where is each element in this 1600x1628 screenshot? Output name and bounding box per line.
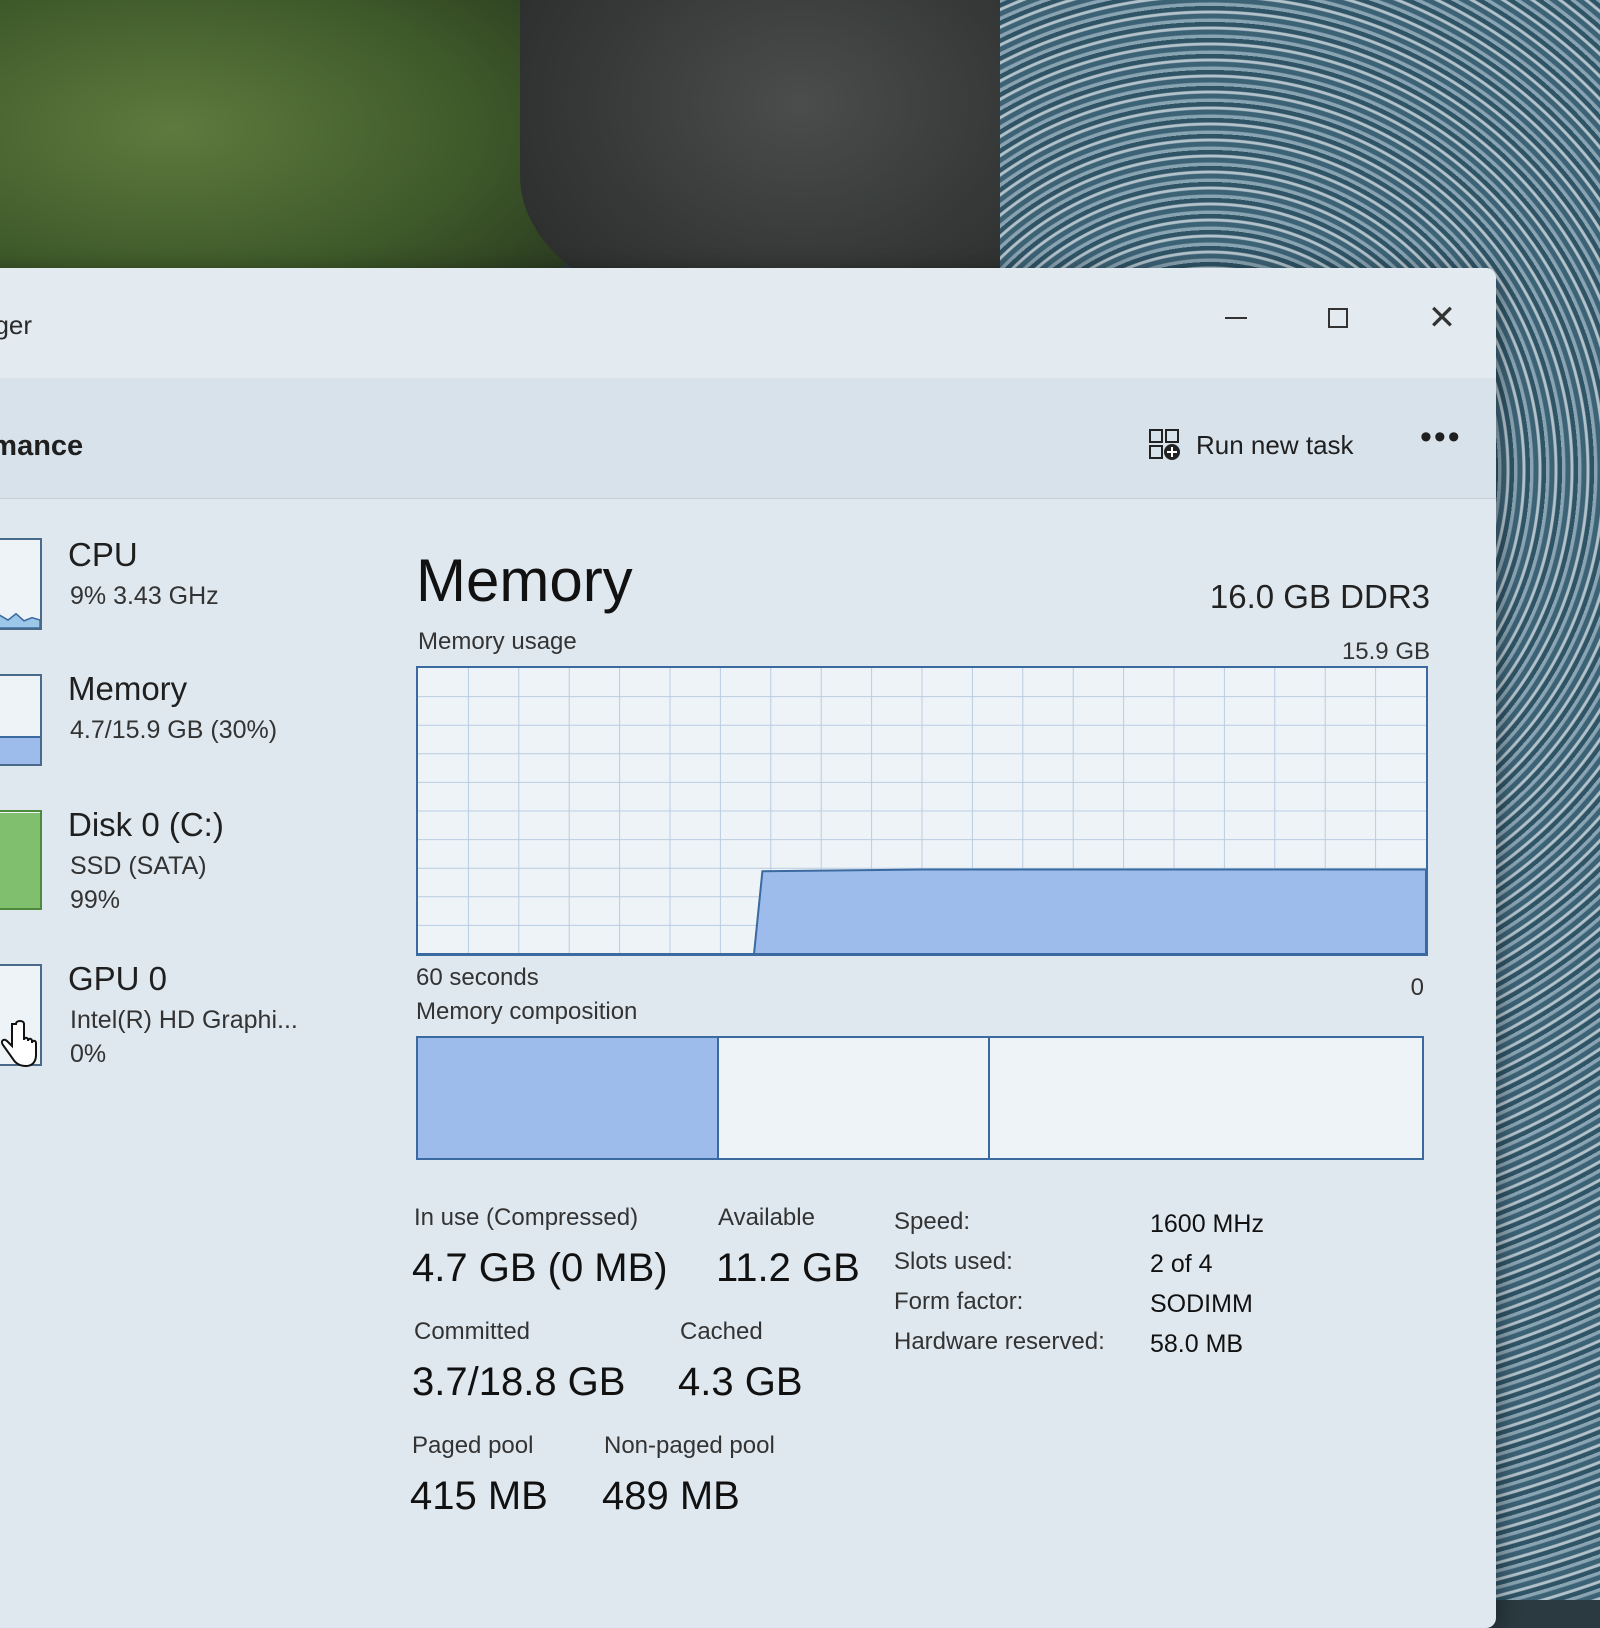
page-header: rmance Run new task ••• [0,378,1496,499]
nonpaged-pool-value: 489 MB [602,1474,740,1518]
memory-composition-bar [416,1036,1424,1160]
memory-usage-max: 15.9 GB [1341,638,1430,665]
run-task-icon [1149,429,1180,460]
minimize-icon [1225,317,1247,319]
memory-thumbnail-fill [0,735,40,764]
window-title: ager [0,310,33,340]
in-use-value: 4.7 GB (0 MB) [412,1246,668,1290]
composition-modified-standby[interactable] [719,1038,991,1158]
sidebar-memory-name: Memory [68,670,188,707]
sidebar-disk-name: Disk 0 (C:) [68,806,224,843]
task-manager-window: ager ✕ rmance Run new task ••• [0,268,1496,1628]
memory-usage-label: Memory usage [418,628,577,655]
hardware-reserved-label: Hardware reserved: [894,1328,1105,1355]
more-options-icon[interactable]: ••• [1420,418,1462,457]
sidebar-cpu-name: CPU [68,536,138,573]
time-end-label: 0 [1410,974,1424,1001]
available-label: Available [718,1204,815,1231]
sidebar-cpu-detail: 9% 3.43 GHz [70,582,219,610]
sidebar-gpu-usage: 0% [70,1040,107,1068]
slots-label: Slots used: [894,1248,1013,1275]
close-button[interactable]: ✕ [1422,298,1462,338]
disk-thumbnail-fill [0,812,40,908]
in-use-label: In use (Compressed) [414,1204,639,1231]
sidebar-disk-type: SSD (SATA) [70,852,207,880]
memory-thumbnail [0,674,42,766]
run-new-task-button[interactable]: Run new task [1148,428,1354,462]
speed-value: 1600 MHz [1150,1210,1264,1238]
maximize-button[interactable] [1318,298,1358,338]
resource-sidebar: CPU 9% 3.43 GHz Memory 4.7/15.9 GB (30%)… [0,498,380,1598]
memory-usage-chart [416,666,1428,956]
maximize-icon [1328,308,1348,328]
cpu-mini-graph [0,612,40,628]
committed-value: 3.7/18.8 GB [412,1360,626,1404]
paged-pool-label: Paged pool [412,1432,534,1459]
memory-title: Memory [416,547,633,614]
memory-composition-label: Memory composition [416,998,638,1025]
cpu-thumbnail [0,538,42,630]
memory-usage-graph [418,668,1427,955]
available-value: 11.2 GB [716,1246,860,1290]
committed-label: Committed [414,1318,531,1345]
minimize-button[interactable] [1216,298,1256,338]
run-new-task-label: Run new task [1196,429,1354,460]
paged-pool-value: 415 MB [410,1474,548,1518]
sidebar-gpu-model: Intel(R) HD Graphi... [70,1006,298,1034]
close-icon: ✕ [1427,299,1457,337]
title-bar[interactable]: ager ✕ [0,268,1496,378]
page-title: rmance [0,430,84,462]
speed-label: Speed: [894,1208,971,1235]
hand-cursor-icon [0,1020,37,1068]
sidebar-memory-detail: 4.7/15.9 GB (30%) [70,716,278,744]
form-factor-value: SODIMM [1150,1290,1253,1318]
slots-value: 2 of 4 [1150,1250,1213,1278]
cached-value: 4.3 GB [678,1360,803,1404]
sidebar-disk-usage: 99% [70,886,121,914]
composition-in-use[interactable] [418,1038,720,1158]
sidebar-gpu-name: GPU 0 [68,960,168,997]
time-range-label: 60 seconds [416,964,539,991]
cached-label: Cached [680,1318,763,1345]
composition-free[interactable] [990,1038,1422,1158]
form-factor-label: Form factor: [894,1288,1024,1315]
disk-thumbnail [0,810,42,910]
nonpaged-pool-label: Non-paged pool [604,1432,775,1459]
hardware-reserved-value: 58.0 MB [1150,1330,1244,1358]
memory-spec: 16.0 GB DDR3 [1209,578,1430,615]
